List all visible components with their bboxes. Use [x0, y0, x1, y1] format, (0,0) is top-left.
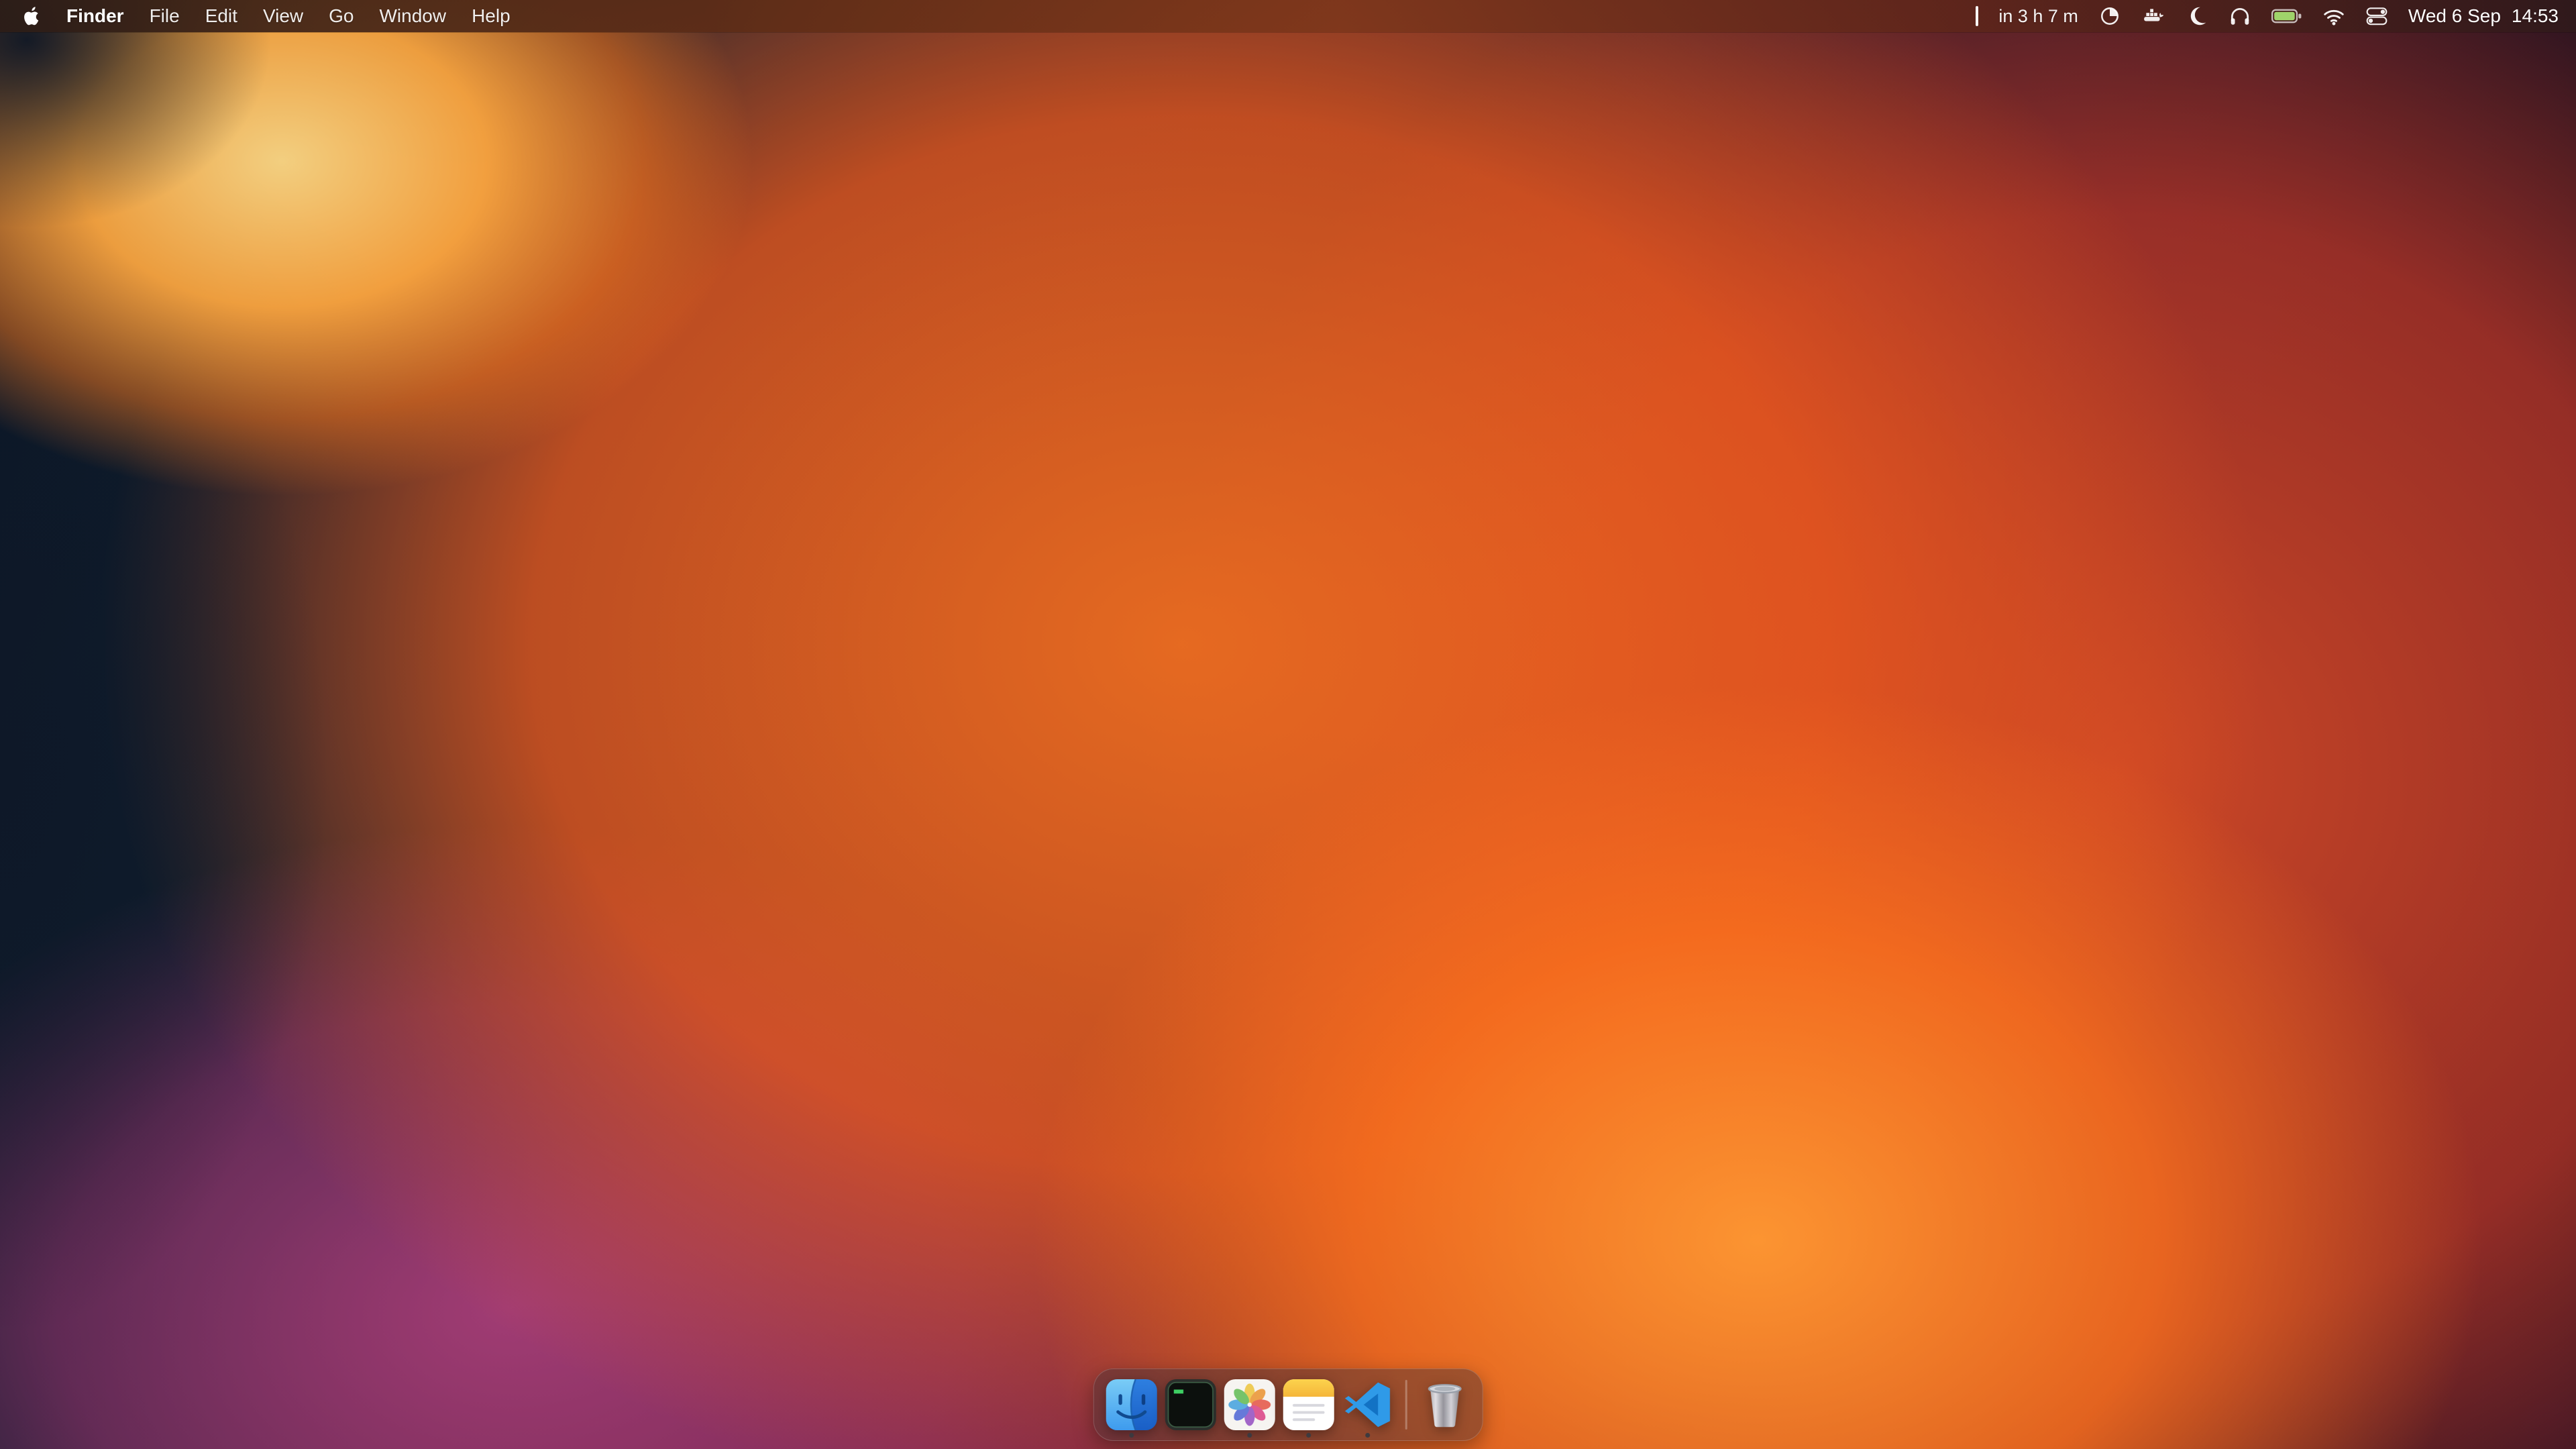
- headphones-icon[interactable]: [2229, 0, 2251, 32]
- desktop: Finder File Edit View Go Window Help in …: [0, 0, 2576, 1449]
- desktop-wallpaper: [0, 0, 2576, 1449]
- dock-item-terminal[interactable]: [1161, 1371, 1220, 1439]
- menu-bar-status: in 3 h 7 m: [1976, 0, 2576, 32]
- battery-icon[interactable]: [2271, 0, 2302, 32]
- dock-item-vscode[interactable]: [1338, 1371, 1397, 1439]
- notes-icon: [1283, 1379, 1334, 1430]
- menu-item-window[interactable]: Window: [366, 0, 459, 32]
- focus-moon-icon[interactable]: [2186, 0, 2208, 32]
- menu-bar-clock[interactable]: Wed 6 Sep 14:53: [2408, 5, 2559, 27]
- dock-item-notes[interactable]: [1279, 1371, 1338, 1439]
- running-indicator: [1247, 1433, 1252, 1438]
- clock-time: 14:53: [2512, 5, 2559, 27]
- dock-item-finder[interactable]: [1102, 1371, 1161, 1439]
- timer-pie-icon[interactable]: [2098, 0, 2121, 32]
- menu-item-view[interactable]: View: [250, 0, 316, 32]
- docker-whale-icon[interactable]: [2141, 0, 2165, 32]
- dock-panel: [1093, 1368, 1483, 1441]
- dock: [1093, 1368, 1483, 1441]
- running-indicator: [1129, 1433, 1134, 1438]
- running-indicator: [1365, 1433, 1370, 1438]
- menu-item-help[interactable]: Help: [459, 0, 523, 32]
- menu-item-edit[interactable]: Edit: [193, 0, 250, 32]
- vscode-icon: [1342, 1379, 1393, 1430]
- apple-menu[interactable]: [0, 0, 54, 32]
- photos-icon: [1224, 1379, 1275, 1430]
- dock-item-photos[interactable]: [1220, 1371, 1279, 1439]
- menu-bar-left: Finder File Edit View Go Window Help: [0, 0, 523, 32]
- status-separator-icon: [1976, 6, 1978, 26]
- running-indicator: [1306, 1433, 1311, 1438]
- dock-separator: [1405, 1380, 1407, 1430]
- clock-date: Wed 6 Sep: [2408, 5, 2501, 27]
- menu-item-file[interactable]: File: [137, 0, 193, 32]
- menu-app-name[interactable]: Finder: [54, 0, 137, 32]
- menu-item-go[interactable]: Go: [316, 0, 366, 32]
- status-timer-text[interactable]: in 3 h 7 m: [1998, 6, 2078, 27]
- wifi-icon[interactable]: [2322, 0, 2345, 32]
- dock-item-trash[interactable]: [1415, 1371, 1474, 1439]
- finder-icon: [1106, 1379, 1157, 1430]
- terminal-icon: [1165, 1379, 1216, 1430]
- apple-logo-icon: [23, 6, 39, 26]
- trash-icon: [1419, 1379, 1470, 1430]
- control-center-icon[interactable]: [2365, 0, 2388, 32]
- menu-bar: Finder File Edit View Go Window Help in …: [0, 0, 2576, 32]
